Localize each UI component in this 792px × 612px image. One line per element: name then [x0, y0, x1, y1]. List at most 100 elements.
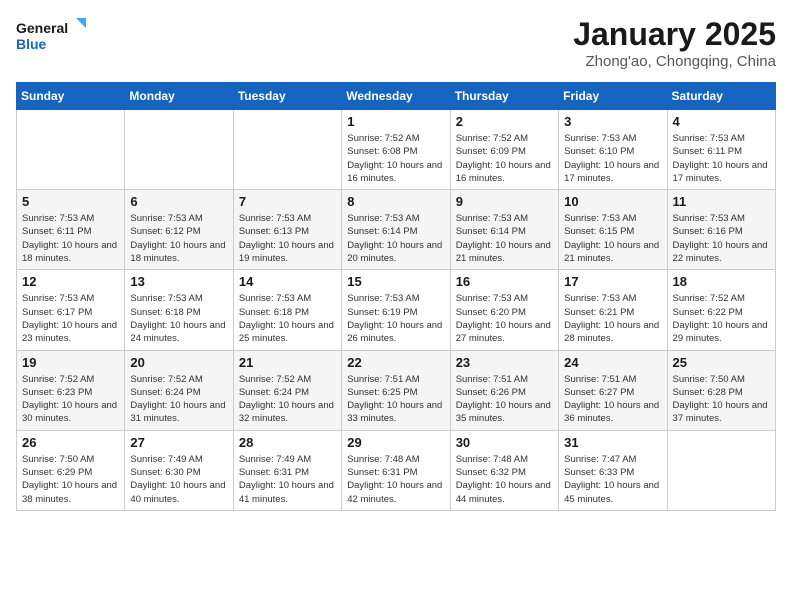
svg-text:General: General	[16, 20, 68, 36]
calendar-cell	[125, 110, 233, 190]
calendar-week-row: 12Sunrise: 7:53 AM Sunset: 6:17 PM Dayli…	[17, 270, 776, 350]
calendar-cell: 28 Sunrise: 7:49 AM Sunset: 6:31 PM Dayli…	[233, 430, 341, 510]
day-number: 19	[22, 355, 119, 370]
calendar-cell: 3 Sunrise: 7:53 AM Sunset: 6:10 PM Daylig…	[559, 110, 667, 190]
day-info: Sunrise: 7:48 AM Sunset: 6:31 PM Dayligh…	[347, 453, 444, 506]
calendar-cell: 20Sunrise: 7:52 AM Sunset: 6:24 PM Dayli…	[125, 350, 233, 430]
location: Zhong'ao, Chongqing, China	[573, 53, 776, 70]
calendar-cell: 16 Sunrise: 7:53 AM Sunset: 6:20 PM Dayli…	[450, 270, 558, 350]
day-info: Sunrise: 7:53 AM Sunset: 6:14 PM Dayligh…	[347, 212, 444, 265]
day-number: 31	[564, 435, 661, 450]
day-number: 24	[564, 355, 661, 370]
day-number: 29	[347, 435, 444, 450]
day-info: Sunrise: 7:52 AM Sunset: 6:22 PM Dayligh…	[673, 292, 770, 345]
weekday-header: Sunday	[17, 83, 125, 110]
calendar-cell: 25 Sunrise: 7:50 AM Sunset: 6:28 PM Dayli…	[667, 350, 775, 430]
day-number: 18	[673, 274, 770, 289]
day-info: Sunrise: 7:49 AM Sunset: 6:30 PM Dayligh…	[130, 453, 227, 506]
calendar-cell: 23 Sunrise: 7:51 AM Sunset: 6:26 PM Dayli…	[450, 350, 558, 430]
calendar-cell: 31 Sunrise: 7:47 AM Sunset: 6:33 PM Dayli…	[559, 430, 667, 510]
day-number: 16	[456, 274, 553, 289]
calendar-cell: 17 Sunrise: 7:53 AM Sunset: 6:21 PM Dayli…	[559, 270, 667, 350]
weekday-header: Saturday	[667, 83, 775, 110]
day-number: 10	[564, 194, 661, 209]
day-info: Sunrise: 7:53 AM Sunset: 6:17 PM Dayligh…	[22, 292, 119, 345]
day-number: 3	[564, 114, 661, 129]
calendar-cell: 2 Sunrise: 7:52 AM Sunset: 6:09 PM Daylig…	[450, 110, 558, 190]
day-info: Sunrise: 7:53 AM Sunset: 6:12 PM Dayligh…	[130, 212, 227, 265]
day-info: Sunrise: 7:53 AM Sunset: 6:11 PM Dayligh…	[22, 212, 119, 265]
day-info: Sunrise: 7:53 AM Sunset: 6:20 PM Dayligh…	[456, 292, 553, 345]
day-info: Sunrise: 7:53 AM Sunset: 6:13 PM Dayligh…	[239, 212, 336, 265]
day-number: 7	[239, 194, 336, 209]
calendar-cell	[667, 430, 775, 510]
day-info: Sunrise: 7:52 AM Sunset: 6:24 PM Dayligh…	[130, 373, 227, 426]
day-number: 27	[130, 435, 227, 450]
calendar-cell: 14 Sunrise: 7:53 AM Sunset: 6:18 PM Dayli…	[233, 270, 341, 350]
weekday-header: Tuesday	[233, 83, 341, 110]
day-info: Sunrise: 7:50 AM Sunset: 6:28 PM Dayligh…	[673, 373, 770, 426]
day-number: 14	[239, 274, 336, 289]
day-info: Sunrise: 7:52 AM Sunset: 6:24 PM Dayligh…	[239, 373, 336, 426]
calendar-week-row: 1 Sunrise: 7:52 AM Sunset: 6:08 PM Daylig…	[17, 110, 776, 190]
day-info: Sunrise: 7:47 AM Sunset: 6:33 PM Dayligh…	[564, 453, 661, 506]
calendar-cell: 11 Sunrise: 7:53 AM Sunset: 6:16 PM Dayli…	[667, 190, 775, 270]
day-number: 1	[347, 114, 444, 129]
calendar-cell	[233, 110, 341, 190]
calendar-cell: 1 Sunrise: 7:52 AM Sunset: 6:08 PM Daylig…	[342, 110, 450, 190]
day-info: Sunrise: 7:51 AM Sunset: 6:26 PM Dayligh…	[456, 373, 553, 426]
day-info: Sunrise: 7:53 AM Sunset: 6:16 PM Dayligh…	[673, 212, 770, 265]
calendar-cell: 30Sunrise: 7:48 AM Sunset: 6:32 PM Dayli…	[450, 430, 558, 510]
day-info: Sunrise: 7:48 AM Sunset: 6:32 PM Dayligh…	[456, 453, 553, 506]
day-info: Sunrise: 7:53 AM Sunset: 6:18 PM Dayligh…	[130, 292, 227, 345]
day-number: 9	[456, 194, 553, 209]
day-number: 8	[347, 194, 444, 209]
calendar-cell: 22Sunrise: 7:51 AM Sunset: 6:25 PM Dayli…	[342, 350, 450, 430]
day-info: Sunrise: 7:53 AM Sunset: 6:18 PM Dayligh…	[239, 292, 336, 345]
day-info: Sunrise: 7:50 AM Sunset: 6:29 PM Dayligh…	[22, 453, 119, 506]
day-number: 5	[22, 194, 119, 209]
calendar-cell: 13 Sunrise: 7:53 AM Sunset: 6:18 PM Dayli…	[125, 270, 233, 350]
logo-svg: GeneralBlue	[16, 16, 86, 56]
day-info: Sunrise: 7:53 AM Sunset: 6:10 PM Dayligh…	[564, 132, 661, 185]
title-area: January 2025 Zhong'ao, Chongqing, China	[573, 16, 776, 70]
day-number: 26	[22, 435, 119, 450]
calendar-cell	[17, 110, 125, 190]
calendar-week-row: 26 Sunrise: 7:50 AM Sunset: 6:29 PM Dayli…	[17, 430, 776, 510]
calendar-cell: 18 Sunrise: 7:52 AM Sunset: 6:22 PM Dayli…	[667, 270, 775, 350]
calendar-cell: 26 Sunrise: 7:50 AM Sunset: 6:29 PM Dayli…	[17, 430, 125, 510]
day-info: Sunrise: 7:53 AM Sunset: 6:15 PM Dayligh…	[564, 212, 661, 265]
day-number: 2	[456, 114, 553, 129]
month-title: January 2025	[573, 16, 776, 53]
calendar-cell: 10 Sunrise: 7:53 AM Sunset: 6:15 PM Dayli…	[559, 190, 667, 270]
calendar-week-row: 5 Sunrise: 7:53 AM Sunset: 6:11 PM Daylig…	[17, 190, 776, 270]
day-number: 22	[347, 355, 444, 370]
calendar-cell: 29 Sunrise: 7:48 AM Sunset: 6:31 PM Dayli…	[342, 430, 450, 510]
day-number: 25	[673, 355, 770, 370]
day-info: Sunrise: 7:52 AM Sunset: 6:08 PM Dayligh…	[347, 132, 444, 185]
calendar-cell: 21 Sunrise: 7:52 AM Sunset: 6:24 PM Dayli…	[233, 350, 341, 430]
day-number: 28	[239, 435, 336, 450]
calendar-cell: 24Sunrise: 7:51 AM Sunset: 6:27 PM Dayli…	[559, 350, 667, 430]
calendar-cell: 27 Sunrise: 7:49 AM Sunset: 6:30 PM Dayli…	[125, 430, 233, 510]
calendar-cell: 19Sunrise: 7:52 AM Sunset: 6:23 PM Dayli…	[17, 350, 125, 430]
logo: GeneralBlue	[16, 16, 86, 56]
day-number: 17	[564, 274, 661, 289]
calendar-cell: 9Sunrise: 7:53 AM Sunset: 6:14 PM Daylig…	[450, 190, 558, 270]
day-info: Sunrise: 7:49 AM Sunset: 6:31 PM Dayligh…	[239, 453, 336, 506]
day-number: 6	[130, 194, 227, 209]
calendar-week-row: 19Sunrise: 7:52 AM Sunset: 6:23 PM Dayli…	[17, 350, 776, 430]
day-number: 4	[673, 114, 770, 129]
day-number: 11	[673, 194, 770, 209]
day-number: 23	[456, 355, 553, 370]
calendar-cell: 6 Sunrise: 7:53 AM Sunset: 6:12 PM Daylig…	[125, 190, 233, 270]
weekday-header: Wednesday	[342, 83, 450, 110]
day-number: 13	[130, 274, 227, 289]
svg-text:Blue: Blue	[16, 36, 47, 52]
day-info: Sunrise: 7:53 AM Sunset: 6:11 PM Dayligh…	[673, 132, 770, 185]
day-info: Sunrise: 7:52 AM Sunset: 6:09 PM Dayligh…	[456, 132, 553, 185]
day-info: Sunrise: 7:53 AM Sunset: 6:21 PM Dayligh…	[564, 292, 661, 345]
calendar-cell: 12Sunrise: 7:53 AM Sunset: 6:17 PM Dayli…	[17, 270, 125, 350]
weekday-header: Friday	[559, 83, 667, 110]
day-number: 21	[239, 355, 336, 370]
